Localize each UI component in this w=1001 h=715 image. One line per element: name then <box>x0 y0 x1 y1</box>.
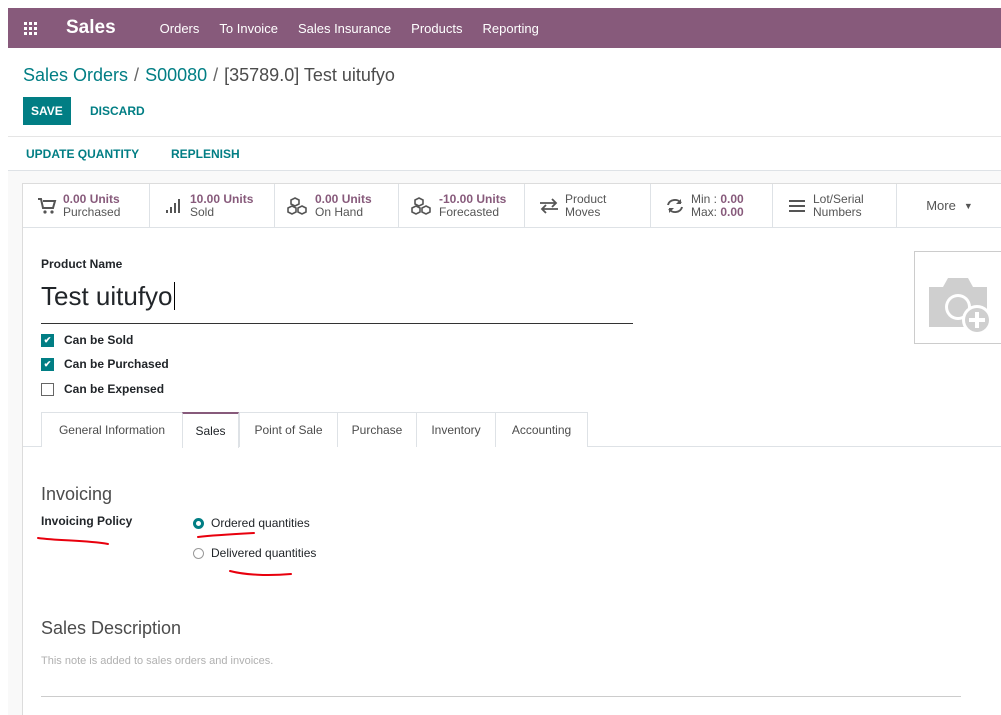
sold-stat-button[interactable]: 10.00 Units Sold <box>150 184 275 228</box>
breadcrumb-current: [35789.0] Test uitufyo <box>224 65 395 85</box>
menu-item-orders[interactable]: Orders <box>160 21 200 36</box>
save-button[interactable]: SAVE <box>23 97 71 125</box>
top-navbar: Sales Orders To Invoice Sales Insurance … <box>8 8 1001 48</box>
radio-selected-icon <box>193 517 204 529</box>
tab-general-information[interactable]: General Information <box>41 412 183 447</box>
sales-description-title: Sales Description <box>41 618 182 638</box>
can-be-expensed-checkbox[interactable]: Can be Expensed <box>41 382 164 396</box>
notebook-tabs: General Information Sales Point of Sale … <box>23 412 1001 448</box>
breadcrumb: Sales Orders / S00080/[35789.0] Test uituf… <box>23 65 395 85</box>
product-image-upload[interactable] <box>914 251 1001 344</box>
menu-item-to-invoice[interactable]: To Invoice <box>219 21 278 36</box>
lot-serial-stat-button[interactable]: Lot/Serial Numbers <box>773 184 897 228</box>
tab-point-of-sale[interactable]: Point of Sale <box>239 412 338 447</box>
invoicing-section-title: Invoicing <box>41 484 113 504</box>
product-name-label: Product Name <box>41 257 123 271</box>
product-moves-stat-button[interactable]: Product Moves <box>525 184 651 228</box>
tab-purchase[interactable]: Purchase <box>337 412 417 447</box>
app-name[interactable]: Sales <box>66 17 116 39</box>
menu-item-reporting[interactable]: Reporting <box>482 21 538 36</box>
menu-item-products[interactable]: Products <box>411 21 462 36</box>
product-form-sheet: 0.00 Units Purchased 10.00 Units Sold 0.00… <box>22 183 1001 715</box>
more-stat-dropdown[interactable]: More ▼ <box>897 184 1001 227</box>
divider <box>8 136 1001 137</box>
discard-button[interactable]: DISCARD <box>90 97 145 125</box>
sales-description-underline <box>41 696 961 697</box>
cubes-icon <box>287 196 311 216</box>
menu-item-sales-insurance[interactable]: Sales Insurance <box>298 21 391 36</box>
tab-accounting[interactable]: Accounting <box>495 412 588 447</box>
exchange-icon <box>537 196 561 216</box>
tab-sales[interactable]: Sales <box>182 412 239 448</box>
can-be-sold-checkbox[interactable]: ✔ Can be Sold <box>41 333 133 347</box>
update-quantity-button[interactable]: UPDATE QUANTITY <box>26 140 139 168</box>
radio-unselected-icon <box>193 547 204 559</box>
refresh-icon <box>663 196 687 216</box>
unchecked-box <box>41 382 54 396</box>
camera-add-icon <box>929 278 992 335</box>
purchased-stat-button[interactable]: 0.00 Units Purchased <box>23 184 150 228</box>
bars-icon <box>785 196 809 216</box>
check-icon: ✔ <box>41 333 54 347</box>
control-panel: Sales Orders / S00080/[35789.0] Test uituf… <box>8 48 1001 171</box>
invoicing-policy-label: Invoicing Policy <box>41 514 133 528</box>
min-max-stat-button[interactable]: Min : 0.00 Max: 0.00 <box>651 184 773 228</box>
can-be-purchased-checkbox[interactable]: ✔ Can be Purchased <box>41 357 169 371</box>
breadcrumb-order[interactable]: S00080 <box>145 65 207 85</box>
replenish-button[interactable]: REPLENISH <box>171 140 240 168</box>
main-menu: Orders To Invoice Sales Insurance Produc… <box>160 21 559 36</box>
product-name-input[interactable]: Test uitufyo <box>41 276 633 324</box>
apps-menu-icon[interactable] <box>8 8 52 48</box>
sales-description-input[interactable]: This note is added to sales orders and i… <box>41 655 273 667</box>
cart-icon <box>35 196 59 216</box>
stat-button-box: 0.00 Units Purchased 10.00 Units Sold 0.00… <box>23 184 1001 228</box>
radio-delivered-quantities[interactable]: Delivered quantities <box>193 546 316 560</box>
bar-chart-icon <box>162 196 186 216</box>
forecasted-stat-button[interactable]: -10.00 Units Forecasted <box>399 184 525 228</box>
cubes-icon <box>411 196 435 216</box>
breadcrumb-sales-orders[interactable]: Sales Orders <box>23 65 128 85</box>
radio-ordered-quantities[interactable]: Ordered quantities <box>193 516 310 530</box>
on-hand-stat-button[interactable]: 0.00 Units On Hand <box>275 184 399 228</box>
check-icon: ✔ <box>41 357 54 371</box>
caret-down-icon: ▼ <box>963 200 973 211</box>
tab-inventory[interactable]: Inventory <box>416 412 496 447</box>
